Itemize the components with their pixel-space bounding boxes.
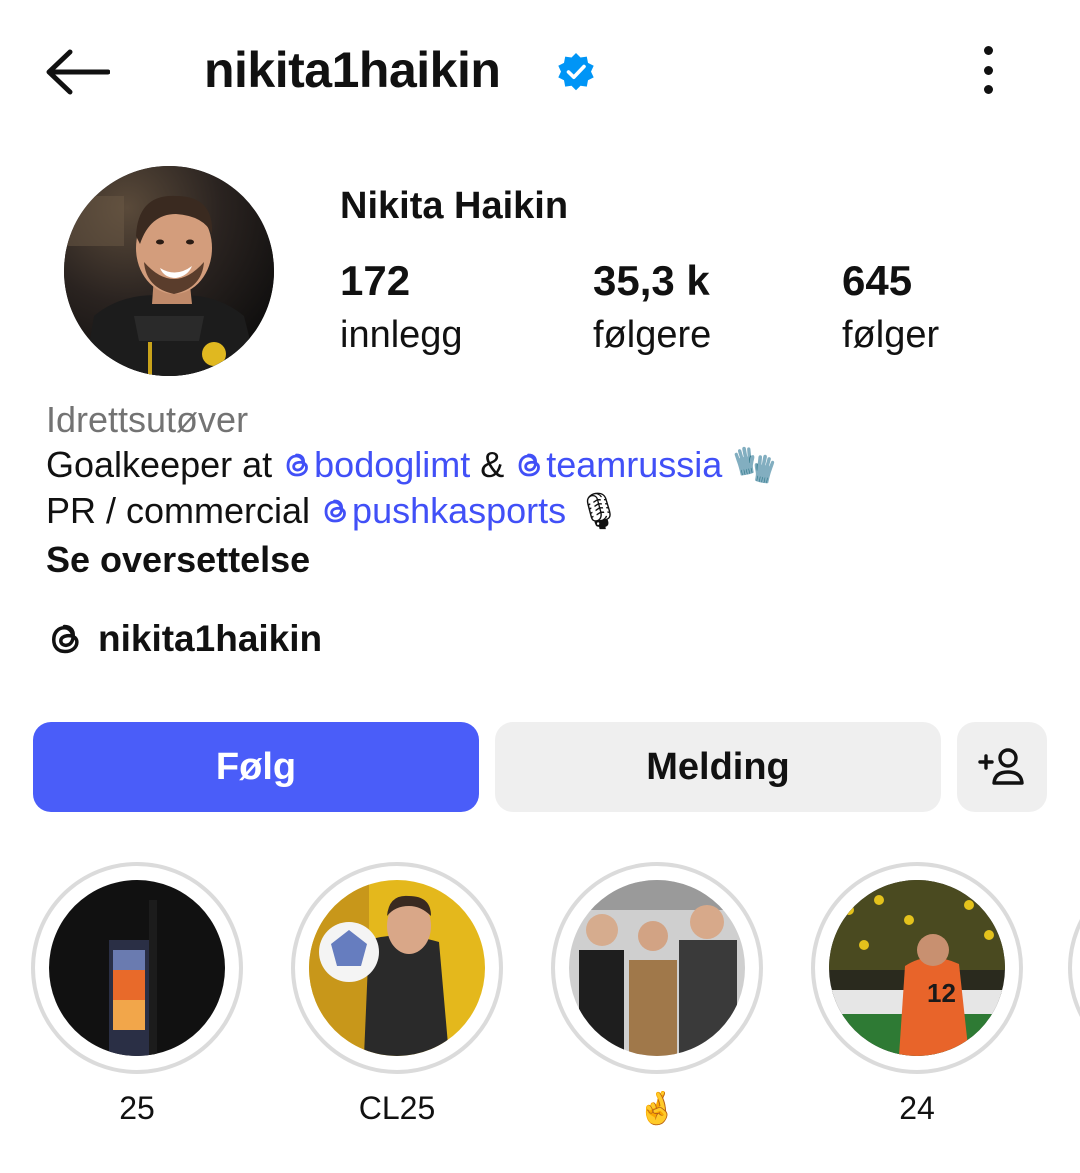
highlight-cover (309, 880, 485, 1056)
highlight-cover (569, 880, 745, 1056)
highlight-cover (49, 880, 225, 1056)
stat-following[interactable]: 645 følger (842, 256, 939, 360)
highlight-item[interactable]: CL25 (291, 862, 503, 1128)
profile-bio: Idrettsutøver Goalkeeper at bodoglimt & … (46, 398, 1046, 584)
highlight-label: CL25 (358, 1090, 436, 1126)
see-translation-link[interactable]: Se oversettelse (46, 536, 1046, 584)
microphone-emoji: 🎙 (576, 490, 622, 531)
threads-icon (324, 499, 346, 523)
highlight-cover: 12 (829, 880, 1005, 1056)
threads-icon (286, 453, 309, 477)
back-button[interactable] (44, 44, 114, 100)
highlight-label: 🤞 (637, 1090, 677, 1126)
suggested-users-button[interactable] (957, 722, 1047, 812)
follow-button[interactable]: Følg (33, 722, 479, 812)
gloves-emoji: 🧤 (732, 444, 778, 485)
svg-text:12: 12 (927, 978, 956, 1008)
stat-followers[interactable]: 35,3 k følgere (593, 256, 711, 360)
stat-posts-value: 172 (340, 257, 411, 304)
profile-username: nikita1haikin (204, 42, 501, 98)
highlight-item[interactable]: 🤞 (551, 862, 763, 1128)
stat-following-value: 645 (842, 257, 913, 304)
stat-posts[interactable]: 172 innlegg (340, 256, 463, 360)
verified-badge-icon (558, 53, 594, 91)
story-highlights: 25 CL25 🤞 12 24 (0, 862, 1080, 1152)
highlight-item-partial[interactable] (1068, 862, 1080, 1074)
mention-pushkasports[interactable]: pushkasports (320, 490, 566, 531)
more-vertical-icon (983, 46, 993, 55)
mention-bodoglimt[interactable]: bodoglimt (282, 444, 470, 485)
highlight-item[interactable]: 12 24 (811, 862, 1023, 1128)
profile-avatar[interactable] (64, 166, 274, 376)
threads-icon (46, 620, 84, 658)
profile-category: Idrettsutøver (46, 399, 249, 440)
profile-page: nikita1haikin Nikita Haikin 172 innlegg … (0, 0, 1080, 1173)
threads-profile-link[interactable]: nikita1haikin (46, 618, 322, 660)
message-button[interactable]: Melding (495, 722, 941, 812)
stat-followers-value: 35,3 k (593, 257, 710, 304)
highlight-label: 25 (119, 1090, 155, 1126)
stat-followers-label: følgere (593, 314, 712, 356)
stat-following-label: følger (842, 314, 940, 356)
profile-full-name: Nikita Haikin (340, 185, 569, 227)
mention-teamrussia[interactable]: teamrussia (514, 444, 722, 485)
highlight-label: 24 (899, 1090, 935, 1126)
bio-line-2: PR / commercial pushkasports 🎙 (46, 490, 622, 531)
more-options-button[interactable] (968, 42, 1008, 98)
bio-line-1: Goalkeeper at bodoglimt & teamrussia 🧤 (46, 444, 778, 485)
arrow-left-icon (46, 49, 110, 95)
highlight-item[interactable]: 25 (31, 862, 243, 1128)
stat-posts-label: innlegg (340, 314, 463, 356)
threads-icon (518, 453, 541, 477)
add-person-icon (978, 748, 1024, 785)
top-bar: nikita1haikin (0, 0, 1080, 140)
threads-handle: nikita1haikin (98, 618, 323, 659)
